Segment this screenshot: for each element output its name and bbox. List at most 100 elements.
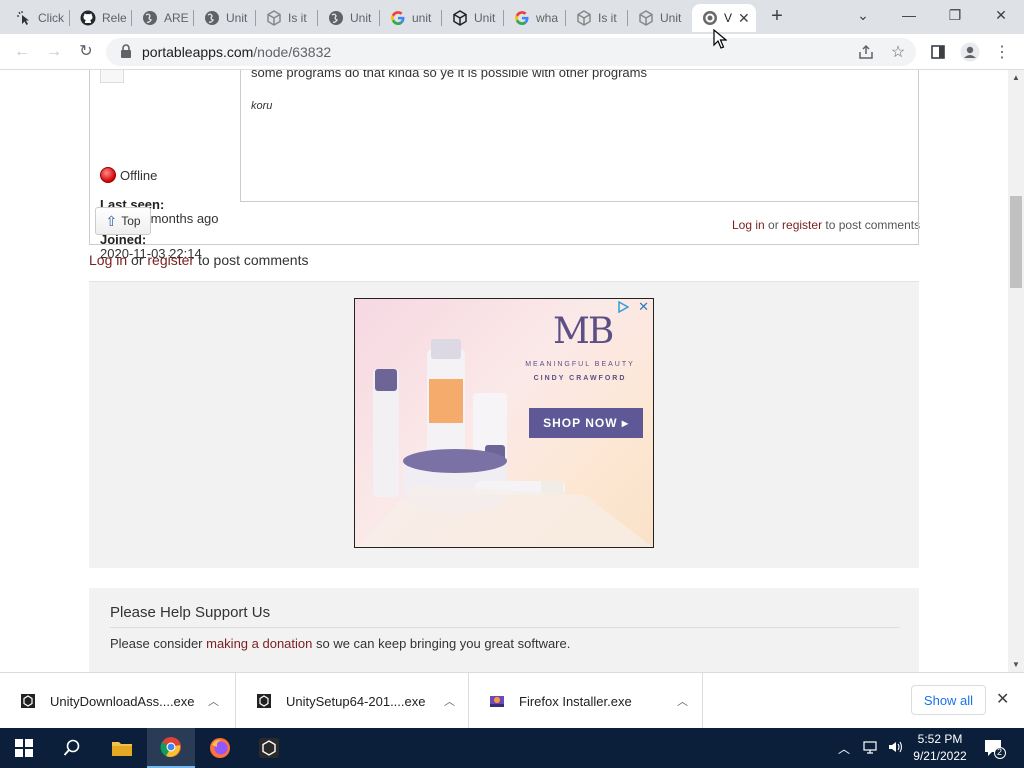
advertisement-banner[interactable]: ✕ MB MEANINGFUL BEAUTY CINDY CRAWFORD SH… <box>354 298 654 548</box>
portableapps-icon <box>702 10 718 26</box>
scroll-up-icon[interactable]: ▲ <box>1012 73 1020 82</box>
tab-label: Unit <box>660 11 682 25</box>
google-icon <box>514 10 530 26</box>
scrollbar-thumb[interactable] <box>1010 196 1022 288</box>
chevron-up-icon[interactable]: ︿ <box>444 693 455 709</box>
tab-label: Click <box>38 11 64 25</box>
download-item[interactable]: Firefox Installer.exe ︿ <box>469 673 703 729</box>
downloads-bar: UnityDownloadAss....exe ︿ UnitySetup64-2… <box>0 672 1024 729</box>
volume-icon[interactable] <box>888 740 904 757</box>
minimize-button[interactable]: — <box>886 4 932 28</box>
tab-label: ARE <box>164 11 189 25</box>
ad-logo: MB <box>553 311 614 352</box>
register-link[interactable]: register <box>147 252 194 268</box>
online-status: Offline <box>100 167 157 183</box>
tab-search-chevron-icon[interactable]: ⌄ <box>840 4 886 28</box>
bookmark-star-icon[interactable]: ☆ <box>888 42 908 62</box>
download-filename: Firefox Installer.exe <box>519 693 632 709</box>
share-icon[interactable] <box>856 42 876 62</box>
clock-date: 9/21/2022 <box>913 749 967 763</box>
donation-link[interactable]: making a donation <box>206 636 312 651</box>
chrome-icon[interactable] <box>147 728 195 768</box>
notification-count: 2 <box>997 747 1003 757</box>
show-all-downloads-button[interactable]: Show all <box>911 685 986 715</box>
page-scrollbar[interactable]: ▲ ▼ <box>1008 70 1024 672</box>
firefox-icon[interactable] <box>196 728 244 768</box>
close-window-button[interactable]: ✕ <box>978 4 1024 28</box>
action-center-icon[interactable]: 2 <box>982 736 1006 760</box>
windows-taskbar: ︿ 5:52 PM 9/21/2022 2 <box>0 728 1024 768</box>
comment-signature: koru <box>251 100 273 112</box>
browser-tab-active[interactable]: V ✕ <box>692 4 756 32</box>
windows-start-icon[interactable] <box>0 728 48 768</box>
profile-avatar-icon[interactable] <box>960 42 980 62</box>
lock-icon[interactable] <box>120 44 132 61</box>
firefox-installer-icon <box>489 693 505 709</box>
tab-label: V <box>724 11 733 25</box>
back-to-top-button[interactable]: ⇧ Top <box>95 207 151 235</box>
tab-label: Rele <box>102 11 127 25</box>
taskbar-clock[interactable]: 5:52 PM 9/21/2022 <box>906 731 974 765</box>
close-ad-icon[interactable]: ✕ <box>638 299 649 315</box>
chevron-up-icon[interactable]: ︿ <box>677 693 688 709</box>
menu-kebab-icon[interactable]: ⋮ <box>992 42 1012 62</box>
comment-box-right-border <box>918 70 919 245</box>
download-item[interactable]: UnitySetup64-201....exe ︿ <box>236 673 469 729</box>
browser-tab[interactable]: Is it <box>256 4 318 32</box>
cursor-sparkle-icon <box>16 10 32 26</box>
file-explorer-icon[interactable] <box>98 728 146 768</box>
avatar: ☺ <box>100 70 124 83</box>
scroll-down-icon[interactable]: ▼ <box>1012 660 1020 669</box>
search-icon[interactable] <box>48 728 96 768</box>
browser-tab[interactable]: Rele <box>70 4 132 32</box>
unity-hub-icon[interactable] <box>245 728 293 768</box>
browser-tab[interactable]: wha <box>504 4 566 32</box>
chevron-up-icon[interactable]: ︿ <box>208 693 219 709</box>
browser-tab[interactable]: Unit <box>194 4 256 32</box>
tab-label: Unit <box>226 11 248 25</box>
address-bar[interactable]: portableapps.com/node/63832 <box>106 38 916 66</box>
unity-icon <box>266 10 282 26</box>
download-item[interactable]: UnityDownloadAss....exe ︿ <box>0 673 236 729</box>
tab-label: wha <box>536 11 559 25</box>
google-icon <box>390 10 406 26</box>
close-tab-icon[interactable]: ✕ <box>738 10 750 27</box>
reload-button[interactable]: ↻ <box>74 40 98 64</box>
forward-button[interactable]: → <box>42 40 66 64</box>
globe-icon <box>142 10 158 26</box>
unity-file-icon <box>256 693 272 709</box>
browser-tab[interactable]: Is it <box>566 4 628 32</box>
browser-toolbar: ← → ↻ portableapps.com/node/63832 ☆ ⋮ <box>0 34 1024 70</box>
unity-icon <box>452 10 468 26</box>
login-link[interactable]: Log in <box>89 252 127 268</box>
register-link[interactable]: register <box>782 218 822 232</box>
browser-tab[interactable]: Unit <box>442 4 504 32</box>
back-button[interactable]: ← <box>10 40 34 64</box>
clock-time: 5:52 PM <box>917 732 963 746</box>
tab-label: Unit <box>474 11 496 25</box>
login-link[interactable]: Log in <box>732 218 765 232</box>
arrow-up-icon: ⇧ <box>105 212 118 229</box>
support-block: Please Help Support Us Please consider m… <box>89 588 919 672</box>
page-login-prompt: Log in or register to post comments <box>89 252 309 268</box>
page-viewport: ☺ Offline Last seen: 1 year 5 months ago… <box>0 70 1008 672</box>
comment-box-bottom-border <box>89 244 919 245</box>
mouse-pointer-icon <box>713 28 728 52</box>
comment-login-prompt: Log in or register to post comments <box>732 218 921 232</box>
network-icon[interactable] <box>862 740 878 757</box>
side-panel-icon[interactable] <box>928 42 948 62</box>
browser-tab[interactable]: ARE <box>132 4 194 32</box>
browser-tab[interactable]: Unit <box>628 4 690 32</box>
close-downloads-bar-icon[interactable]: ✕ <box>996 689 1009 709</box>
advertisement-area: ✕ MB MEANINGFUL BEAUTY CINDY CRAWFORD SH… <box>89 281 919 568</box>
browser-tab[interactable]: Click <box>6 4 70 32</box>
browser-tab[interactable]: unit <box>380 4 442 32</box>
globe-icon <box>328 10 344 26</box>
adchoices-icon[interactable] <box>617 300 630 314</box>
new-tab-button[interactable]: + <box>766 6 788 28</box>
restore-button[interactable]: ❐ <box>932 4 978 28</box>
browser-tab[interactable]: Unit <box>318 4 380 32</box>
shop-now-button[interactable]: SHOP NOW ▸ <box>529 408 643 438</box>
show-hidden-icons-chevron-icon[interactable]: ︿ <box>838 740 850 757</box>
comment-box-left-border <box>89 70 90 245</box>
